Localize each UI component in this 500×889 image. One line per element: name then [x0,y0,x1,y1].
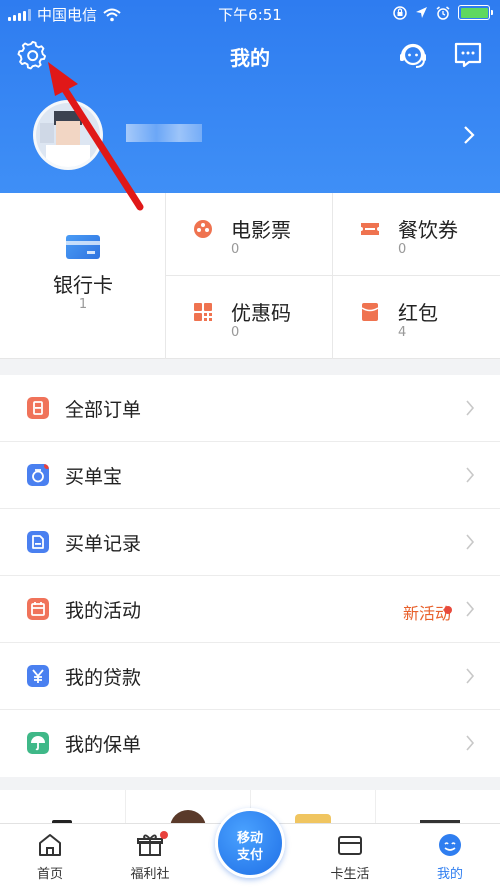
status-right [393,5,493,20]
menu-item-label: 我的保单 [65,734,142,756]
promo-code-count: 0 [231,325,240,340]
menu-item-label: 买单记录 [65,533,142,555]
red-packet-label: 红包 [398,301,438,325]
chevron-right-icon [466,601,475,617]
tab-label: 卡生活 [330,867,370,882]
wallet-icon [338,836,362,855]
red-packet-count: 4 [398,325,407,340]
menu-item-label: 买单宝 [65,466,123,488]
message-icon[interactable] [453,40,483,70]
avatar[interactable] [33,100,103,170]
tab-card-life[interactable]: 卡生活 [300,824,400,889]
movie-ticket-label: 电影票 [231,218,291,242]
chevron-right-icon [466,534,475,550]
alarm-icon [436,5,450,20]
menu-item-label: 我的贷款 [65,667,142,689]
notification-dot [160,831,168,839]
promo-code-tile[interactable]: 优惠码 0 [166,276,333,359]
calendar-icon [27,598,49,620]
profile-row[interactable] [0,100,500,172]
red-packet-tile[interactable]: 红包 4 [333,276,500,359]
menu-item-all-orders[interactable]: 全部订单 [0,375,500,442]
tab-label: 我的 [436,867,463,882]
mobile-pay-button[interactable]: 移动 支付 [215,808,285,878]
dining-voucher-tile[interactable]: 餐饮券 0 [333,193,500,276]
chevron-right-icon [466,668,475,684]
menu-item-pay-records[interactable]: 买单记录 [0,509,500,576]
red-packet-icon [361,303,379,321]
bank-card-label: 银行卡 [53,273,113,297]
chevron-right-icon[interactable] [462,124,476,146]
home-icon [39,834,61,856]
tab-label: 首页 [36,867,63,882]
promo-code-label: 优惠码 [231,301,291,325]
bank-card-count: 1 [78,297,88,312]
dining-voucher-label: 餐饮券 [398,218,458,242]
bank-card-tile[interactable]: 银行卡 1 [0,193,166,359]
tab-label: 福利社 [130,867,170,882]
dining-voucher-count: 0 [398,242,407,257]
chevron-right-icon [466,400,475,416]
pay-label-line2: 支付 [236,848,263,863]
profile-header: 中国电信 下午6:51 我的 [0,0,500,193]
menu-item-my-policies[interactable]: 我的保单 [0,710,500,777]
voucher-icon [361,223,379,235]
chevron-right-icon [466,735,475,751]
film-reel-icon [194,220,212,238]
menu-item-my-activities[interactable]: 我的活动 新活动 [0,576,500,643]
tab-welfare[interactable]: 福利社 [100,824,200,889]
movie-ticket-tile[interactable]: 电影票 0 [166,193,333,276]
unread-dot [444,606,452,614]
money-bag-icon [27,464,49,486]
chevron-right-icon [466,467,475,483]
user-face-icon [439,834,461,856]
rotation-lock-icon [393,5,407,20]
customer-service-icon[interactable] [397,40,429,72]
document-icon [27,531,49,553]
nickname-blurred [126,124,202,142]
grid-code-icon [194,303,212,321]
menu-item-label: 全部订单 [65,399,142,421]
tab-home[interactable]: 首页 [0,824,100,889]
menu-item-label: 我的活动 [65,600,142,622]
movie-ticket-count: 0 [231,242,240,257]
umbrella-icon [27,732,49,754]
menu-item-my-loans[interactable]: 我的贷款 [0,643,500,710]
orders-icon [27,397,49,419]
battery-icon [458,5,493,20]
location-icon [416,7,427,18]
menu-list: 全部订单 买单宝 买单记录 我的活动 新活动 我的贷款 我的保单 [0,375,500,777]
bank-card-icon [66,235,100,259]
tab-mine[interactable]: 我的 [400,824,500,889]
nav-bar: 我的 [0,36,500,76]
asset-cards: 银行卡 1 电影票 0 餐饮券 0 优惠码 0 红包 4 [0,193,500,359]
yuan-icon [27,665,49,687]
status-bar: 中国电信 下午6:51 [0,0,500,28]
menu-item-maidanbao[interactable]: 买单宝 [0,442,500,509]
